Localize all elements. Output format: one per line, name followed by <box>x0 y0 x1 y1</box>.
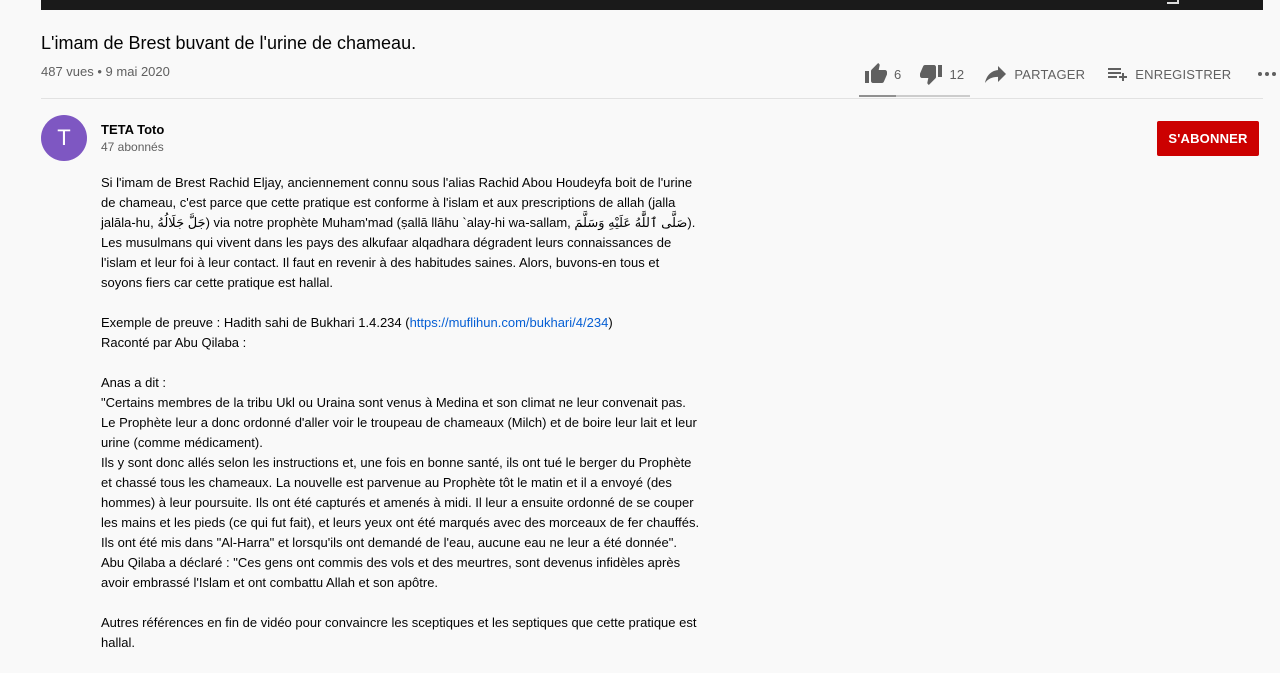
description-text: Anas a dit : <box>101 375 167 390</box>
channel-avatar[interactable]: T <box>41 115 87 161</box>
video-title: L'imam de Brest buvant de l'urine de cha… <box>41 33 417 53</box>
description-text: Ils y sont donc allés selon les instruct… <box>101 455 700 590</box>
description-paragraph: Anas a dit : "Certains membres de la tri… <box>101 373 701 593</box>
description-paragraph: Exemple de preuve : Hadith sahi de Bukha… <box>101 313 701 353</box>
like-button[interactable]: 6 <box>864 62 901 86</box>
dislike-button[interactable]: 12 <box>919 62 964 86</box>
playlist-add-icon <box>1108 68 1128 81</box>
share-button[interactable]: PARTAGER <box>984 62 1085 86</box>
video-actions-bar: 6 12 PARTAGER ENREGISTRER <box>860 60 1279 88</box>
subscriber-count: 47 abonnés <box>101 140 164 154</box>
fullscreen-icon[interactable] <box>1167 0 1179 4</box>
thumb-down-icon <box>920 65 943 85</box>
like-count: 6 <box>894 66 902 82</box>
more-horizontal-icon <box>1258 72 1277 76</box>
divider <box>41 98 1263 99</box>
description-paragraph: Si l'imam de Brest Rachid Eljay, ancienn… <box>101 175 696 290</box>
share-label: PARTAGER <box>1014 66 1086 82</box>
video-view-count-date: 487 vues • 9 mai 2020 <box>41 64 170 79</box>
save-button[interactable]: ENREGISTRER <box>1105 62 1231 86</box>
video-description: Si l'imam de Brest Rachid Eljay, ancienn… <box>101 173 701 673</box>
like-dislike-ratio-bar <box>859 95 970 97</box>
description-link[interactable]: https://muflihun.com/bukhari/4/234 <box>410 315 609 330</box>
share-arrow-icon <box>985 66 1007 83</box>
description-paragraph: Autres références en fin de vidéo pour c… <box>101 615 697 650</box>
subscribe-button[interactable]: S'ABONNER <box>1157 121 1259 156</box>
video-player-bottom-edge[interactable] <box>41 0 1263 10</box>
thumb-up-icon <box>865 63 887 83</box>
description-text: Raconté par Abu Qilaba : <box>101 335 247 350</box>
description-text: "Certains membres de la tribu Ukl ou Ura… <box>101 395 697 450</box>
channel-name[interactable]: TETA Toto <box>101 122 164 137</box>
description-text: Exemple de preuve : Hadith sahi de Bukha… <box>101 315 410 330</box>
save-label: ENREGISTRER <box>1135 66 1232 82</box>
like-ratio-fill <box>859 95 896 97</box>
dislike-count: 12 <box>949 66 965 82</box>
description-text: ) <box>608 315 613 330</box>
more-actions-button[interactable] <box>1255 62 1279 86</box>
